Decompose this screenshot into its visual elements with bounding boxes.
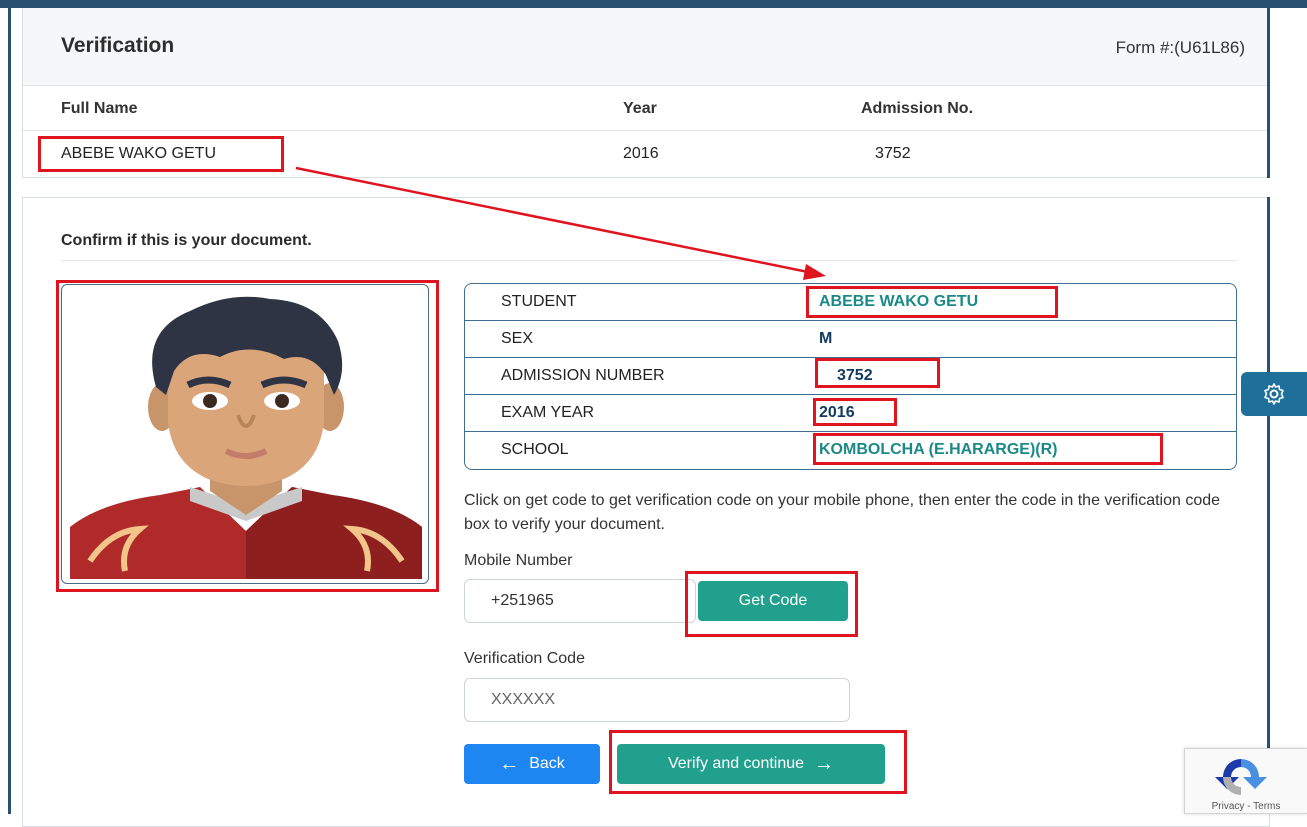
recaptcha-badge[interactable]: Privacy - Terms: [1184, 748, 1307, 814]
recaptcha-privacy-terms[interactable]: Privacy - Terms: [1185, 801, 1307, 812]
gear-icon: [1264, 383, 1284, 405]
recaptcha-logo-icon: [1215, 759, 1267, 795]
annotation-arrow: [295, 166, 826, 280]
settings-button[interactable]: [1241, 372, 1307, 416]
